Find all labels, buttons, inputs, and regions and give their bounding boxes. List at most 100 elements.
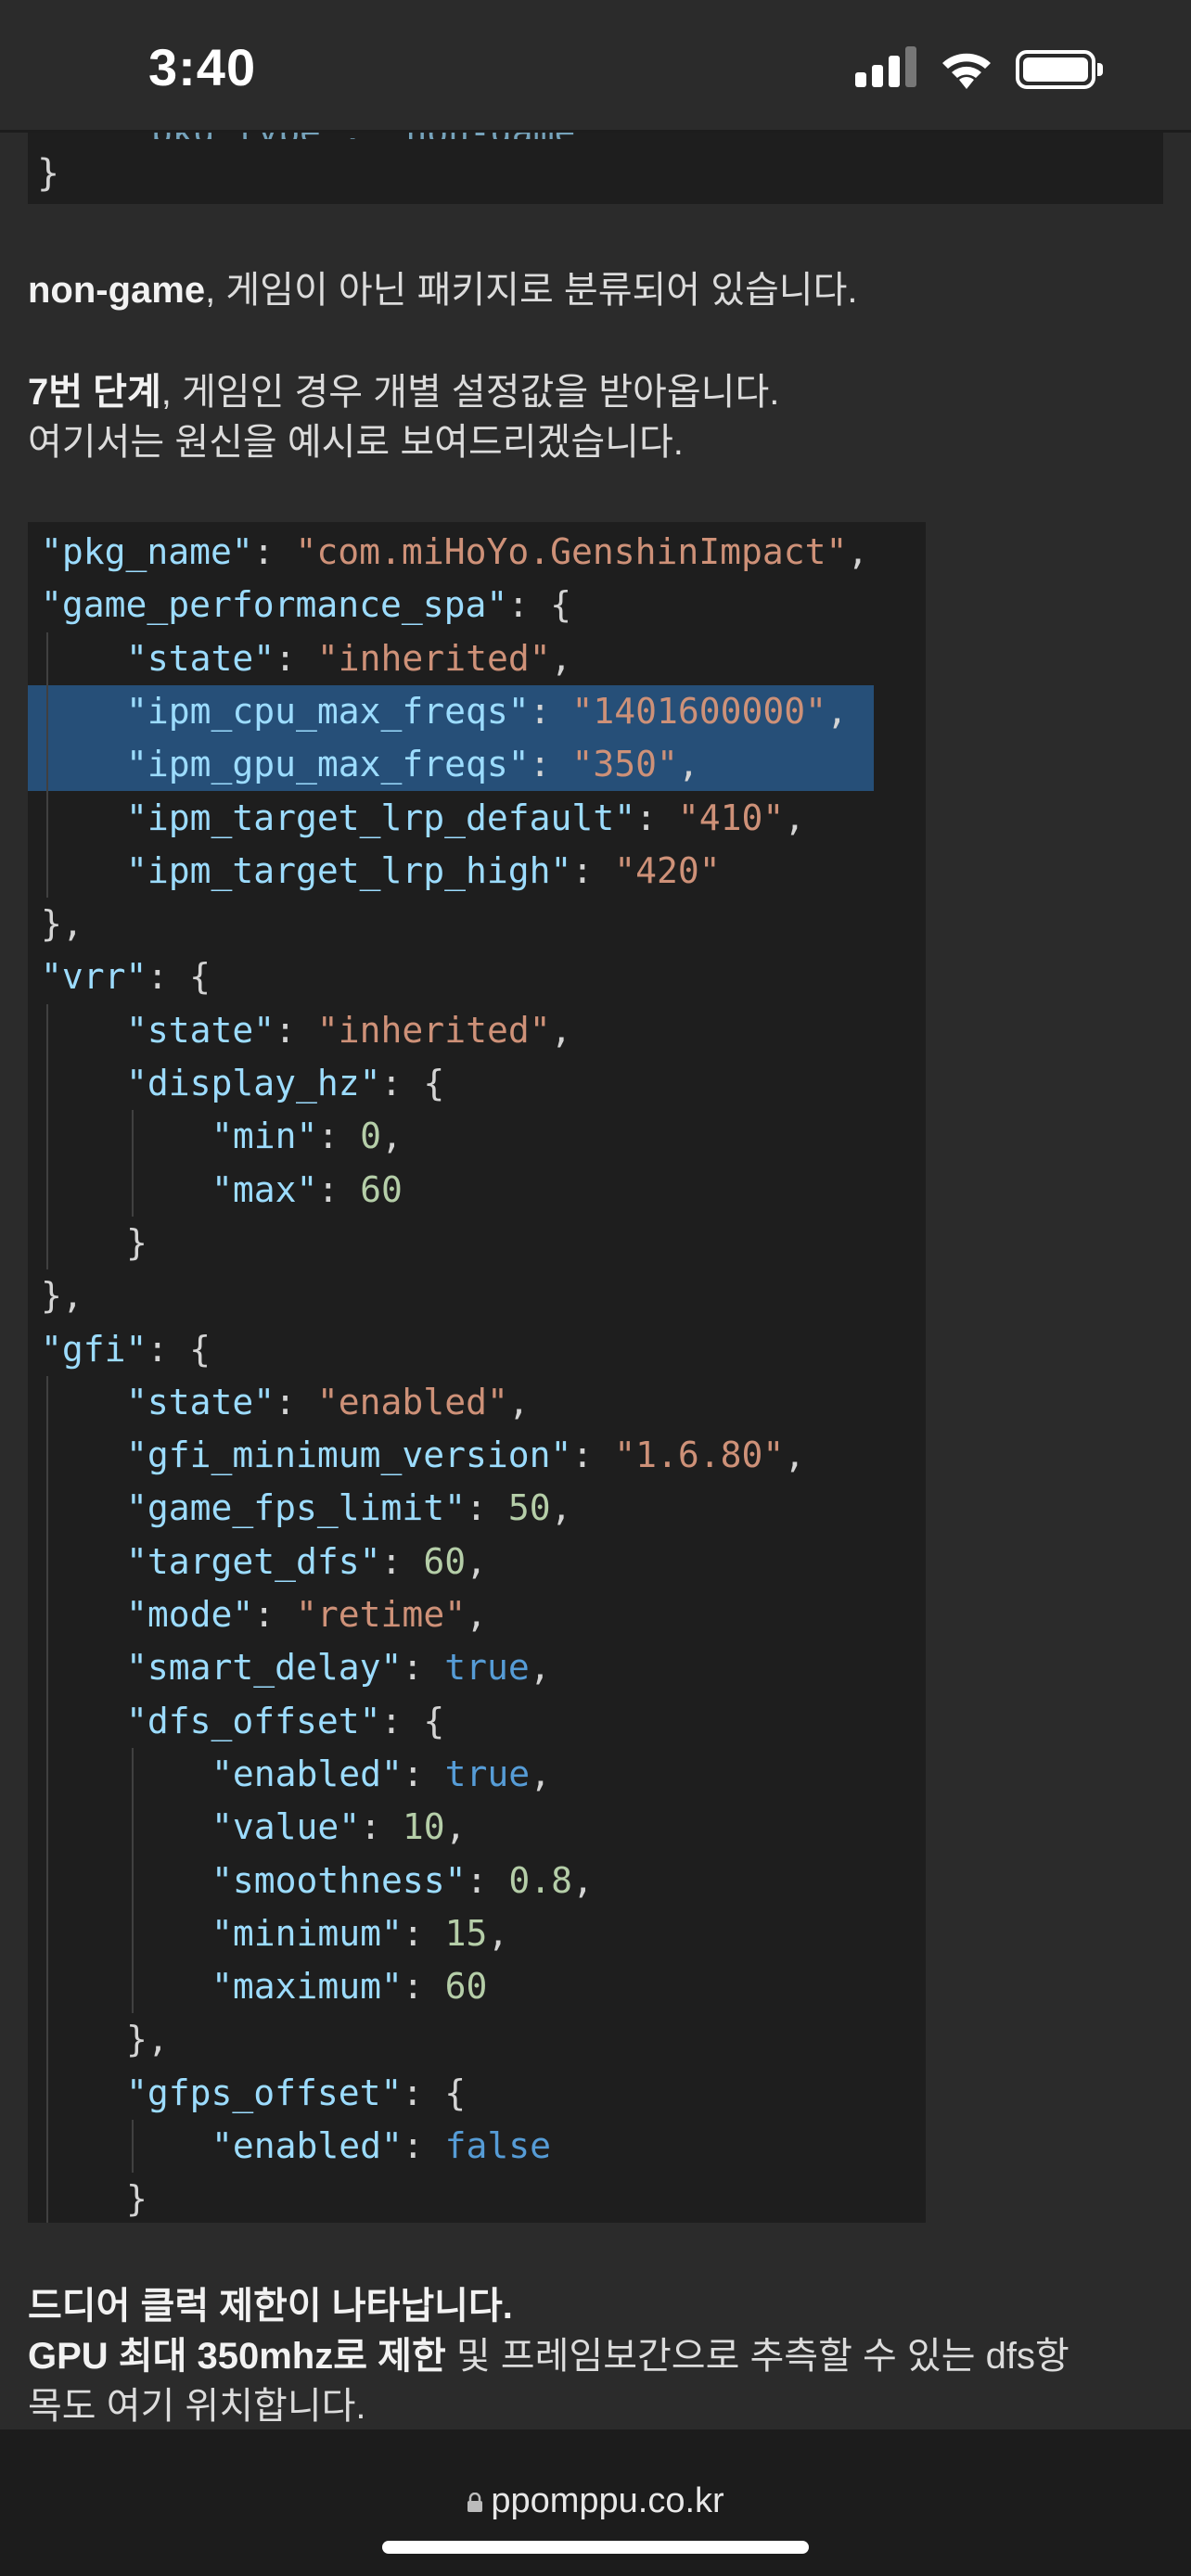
wifi-icon	[942, 53, 991, 89]
code-colon: :	[360, 1806, 403, 1848]
code-value: },	[41, 903, 83, 945]
home-indicator[interactable]	[382, 2541, 809, 2554]
code-value: 60	[423, 1540, 467, 1582]
code-colon: :	[380, 1700, 424, 1741]
code-key: "smoothness"	[211, 1859, 467, 1901]
code-comma: ,	[466, 1540, 487, 1582]
code-line: "dfs_offset": {	[28, 1695, 926, 1748]
code-colon: :	[252, 531, 296, 572]
code-line-text: "minimum": 15,	[211, 1907, 508, 1960]
code-value: "420"	[614, 849, 721, 891]
code-colon: :	[529, 690, 572, 732]
code-key: "vrr"	[41, 956, 147, 998]
code-colon: :	[402, 1966, 445, 2008]
code-line-text: "state": "inherited",	[126, 632, 571, 685]
code-key: "gfps_offset"	[126, 2072, 403, 2113]
code-comma: ,	[550, 1487, 572, 1529]
code-line: },	[28, 1269, 926, 1322]
paragraph-step7: 7번 단계, 게임인 경우 개별 설정값을 받아옵니다.	[28, 367, 779, 417]
code-key: "mode"	[126, 1594, 254, 1635]
address-bar[interactable]: ppomppu.co.kr	[371, 2468, 820, 2533]
code-key: "minimum"	[211, 1912, 403, 1954]
code-comma: ,	[847, 531, 869, 572]
code-value: {	[189, 1328, 211, 1370]
code-value: true	[444, 1753, 531, 1794]
code-line: "max": 60	[28, 1164, 926, 1217]
code-line-text: "pkg_name": "com.miHoYo.GenshinImpact",	[41, 526, 868, 579]
paragraph-example: 여기서는 원신을 예시로 보여드리겠습니다.	[28, 422, 684, 463]
code-key: "display_hz"	[126, 1063, 381, 1103]
code-line: "value": 10,	[28, 1801, 926, 1854]
code-line-text: "game_fps_limit": 50,	[126, 1482, 571, 1535]
code-line: "target_dfs": 60,	[28, 1536, 926, 1588]
code-line-text: "target_dfs": 60,	[126, 1536, 487, 1588]
code-key: "ipm_gpu_max_freqs"	[126, 744, 530, 785]
code-value: {	[444, 2072, 467, 2113]
code-line-text: "mode": "retime",	[126, 1588, 487, 1641]
code-key: "pkg_name"	[41, 531, 253, 572]
code-colon: :	[571, 849, 615, 891]
code-line-text: },	[41, 898, 83, 950]
code-comma: ,	[571, 1859, 594, 1901]
indent-guide	[132, 1747, 134, 2014]
code-colon: :	[380, 1540, 424, 1582]
code-key: "game_fps_limit"	[126, 1487, 467, 1529]
code-key: "state"	[126, 1381, 275, 1422]
code-key: "target_dfs"	[126, 1540, 381, 1582]
paragraph-gpu-limit: GPU 최대 350mhz로 제한 및 프레임보간으로 추측할 수 있는 dfs…	[28, 2331, 1069, 2381]
code-line-text: "ipm_gpu_max_freqs": "350",	[126, 738, 699, 791]
indent-guide	[132, 1110, 134, 1217]
code-line: "ipm_target_lrp_default": "410",	[28, 792, 926, 845]
code-value: false	[444, 2125, 552, 2166]
code-key: "maximum"	[211, 1966, 403, 2008]
indent-guide	[46, 1375, 48, 2223]
code-line-text: "smart_delay": true,	[126, 1641, 551, 1694]
code-colon: :	[402, 1647, 445, 1689]
code-colon: :	[402, 2072, 445, 2113]
code-colon: :	[635, 797, 678, 838]
code-value: 0	[360, 1116, 382, 1157]
code-line: }	[28, 1217, 926, 1269]
code-colon: :	[275, 1381, 317, 1422]
code-colon: :	[466, 1487, 508, 1529]
code-line: }	[28, 2173, 926, 2223]
code-comma: ,	[530, 1753, 552, 1794]
code-colon: :	[529, 744, 572, 785]
code-line: "smart_delay": true,	[28, 1641, 926, 1694]
code-comma: ,	[487, 1912, 509, 1954]
code-line-text: "ipm_cpu_max_freqs": "1401600000",	[126, 685, 848, 738]
code-comma: ,	[784, 1435, 806, 1476]
code-line-text: }	[126, 2173, 147, 2223]
code-value: },	[126, 2019, 169, 2060]
browser-bottom-bar: ppomppu.co.kr	[0, 2429, 1191, 2576]
code-key: "state"	[126, 637, 275, 679]
code-line: "ipm_cpu_max_freqs": "1401600000",	[28, 684, 874, 738]
code-colon: :	[253, 1594, 297, 1635]
code-colon: :	[380, 1063, 424, 1103]
code-closing-brace: }	[37, 152, 60, 195]
code-key: "enabled"	[211, 2125, 403, 2166]
status-bar: 3:40	[0, 0, 1191, 133]
code-comma: ,	[826, 690, 848, 732]
code-line-text: "smoothness": 0.8,	[211, 1855, 594, 1907]
code-colon: :	[147, 956, 190, 998]
code-line-text: "display_hz": {	[126, 1057, 444, 1110]
code-block-json: "pkg_name": "com.miHoYo.GenshinImpact", "…	[28, 522, 926, 2223]
code-comma: ,	[550, 1009, 572, 1051]
code-value: {	[189, 956, 211, 998]
paragraph-bold: non-game	[28, 270, 206, 311]
code-value: 15	[444, 1912, 488, 1954]
code-value: "inherited"	[316, 637, 551, 679]
status-time: 3:40	[148, 38, 257, 96]
code-line-text: "ipm_target_lrp_default": "410",	[126, 792, 805, 845]
code-colon: :	[402, 2125, 445, 2166]
code-value: "retime"	[296, 1594, 467, 1635]
code-key: "min"	[211, 1116, 318, 1157]
code-colon: :	[147, 1328, 190, 1370]
code-comma: ,	[466, 1594, 487, 1635]
code-line-text: },	[41, 1269, 83, 1322]
code-colon: :	[507, 584, 551, 626]
code-comma: ,	[784, 797, 806, 838]
code-line-text: "game_performance_spa": {	[41, 579, 571, 631]
code-line: "ipm_target_lrp_high": "420"	[28, 845, 926, 898]
